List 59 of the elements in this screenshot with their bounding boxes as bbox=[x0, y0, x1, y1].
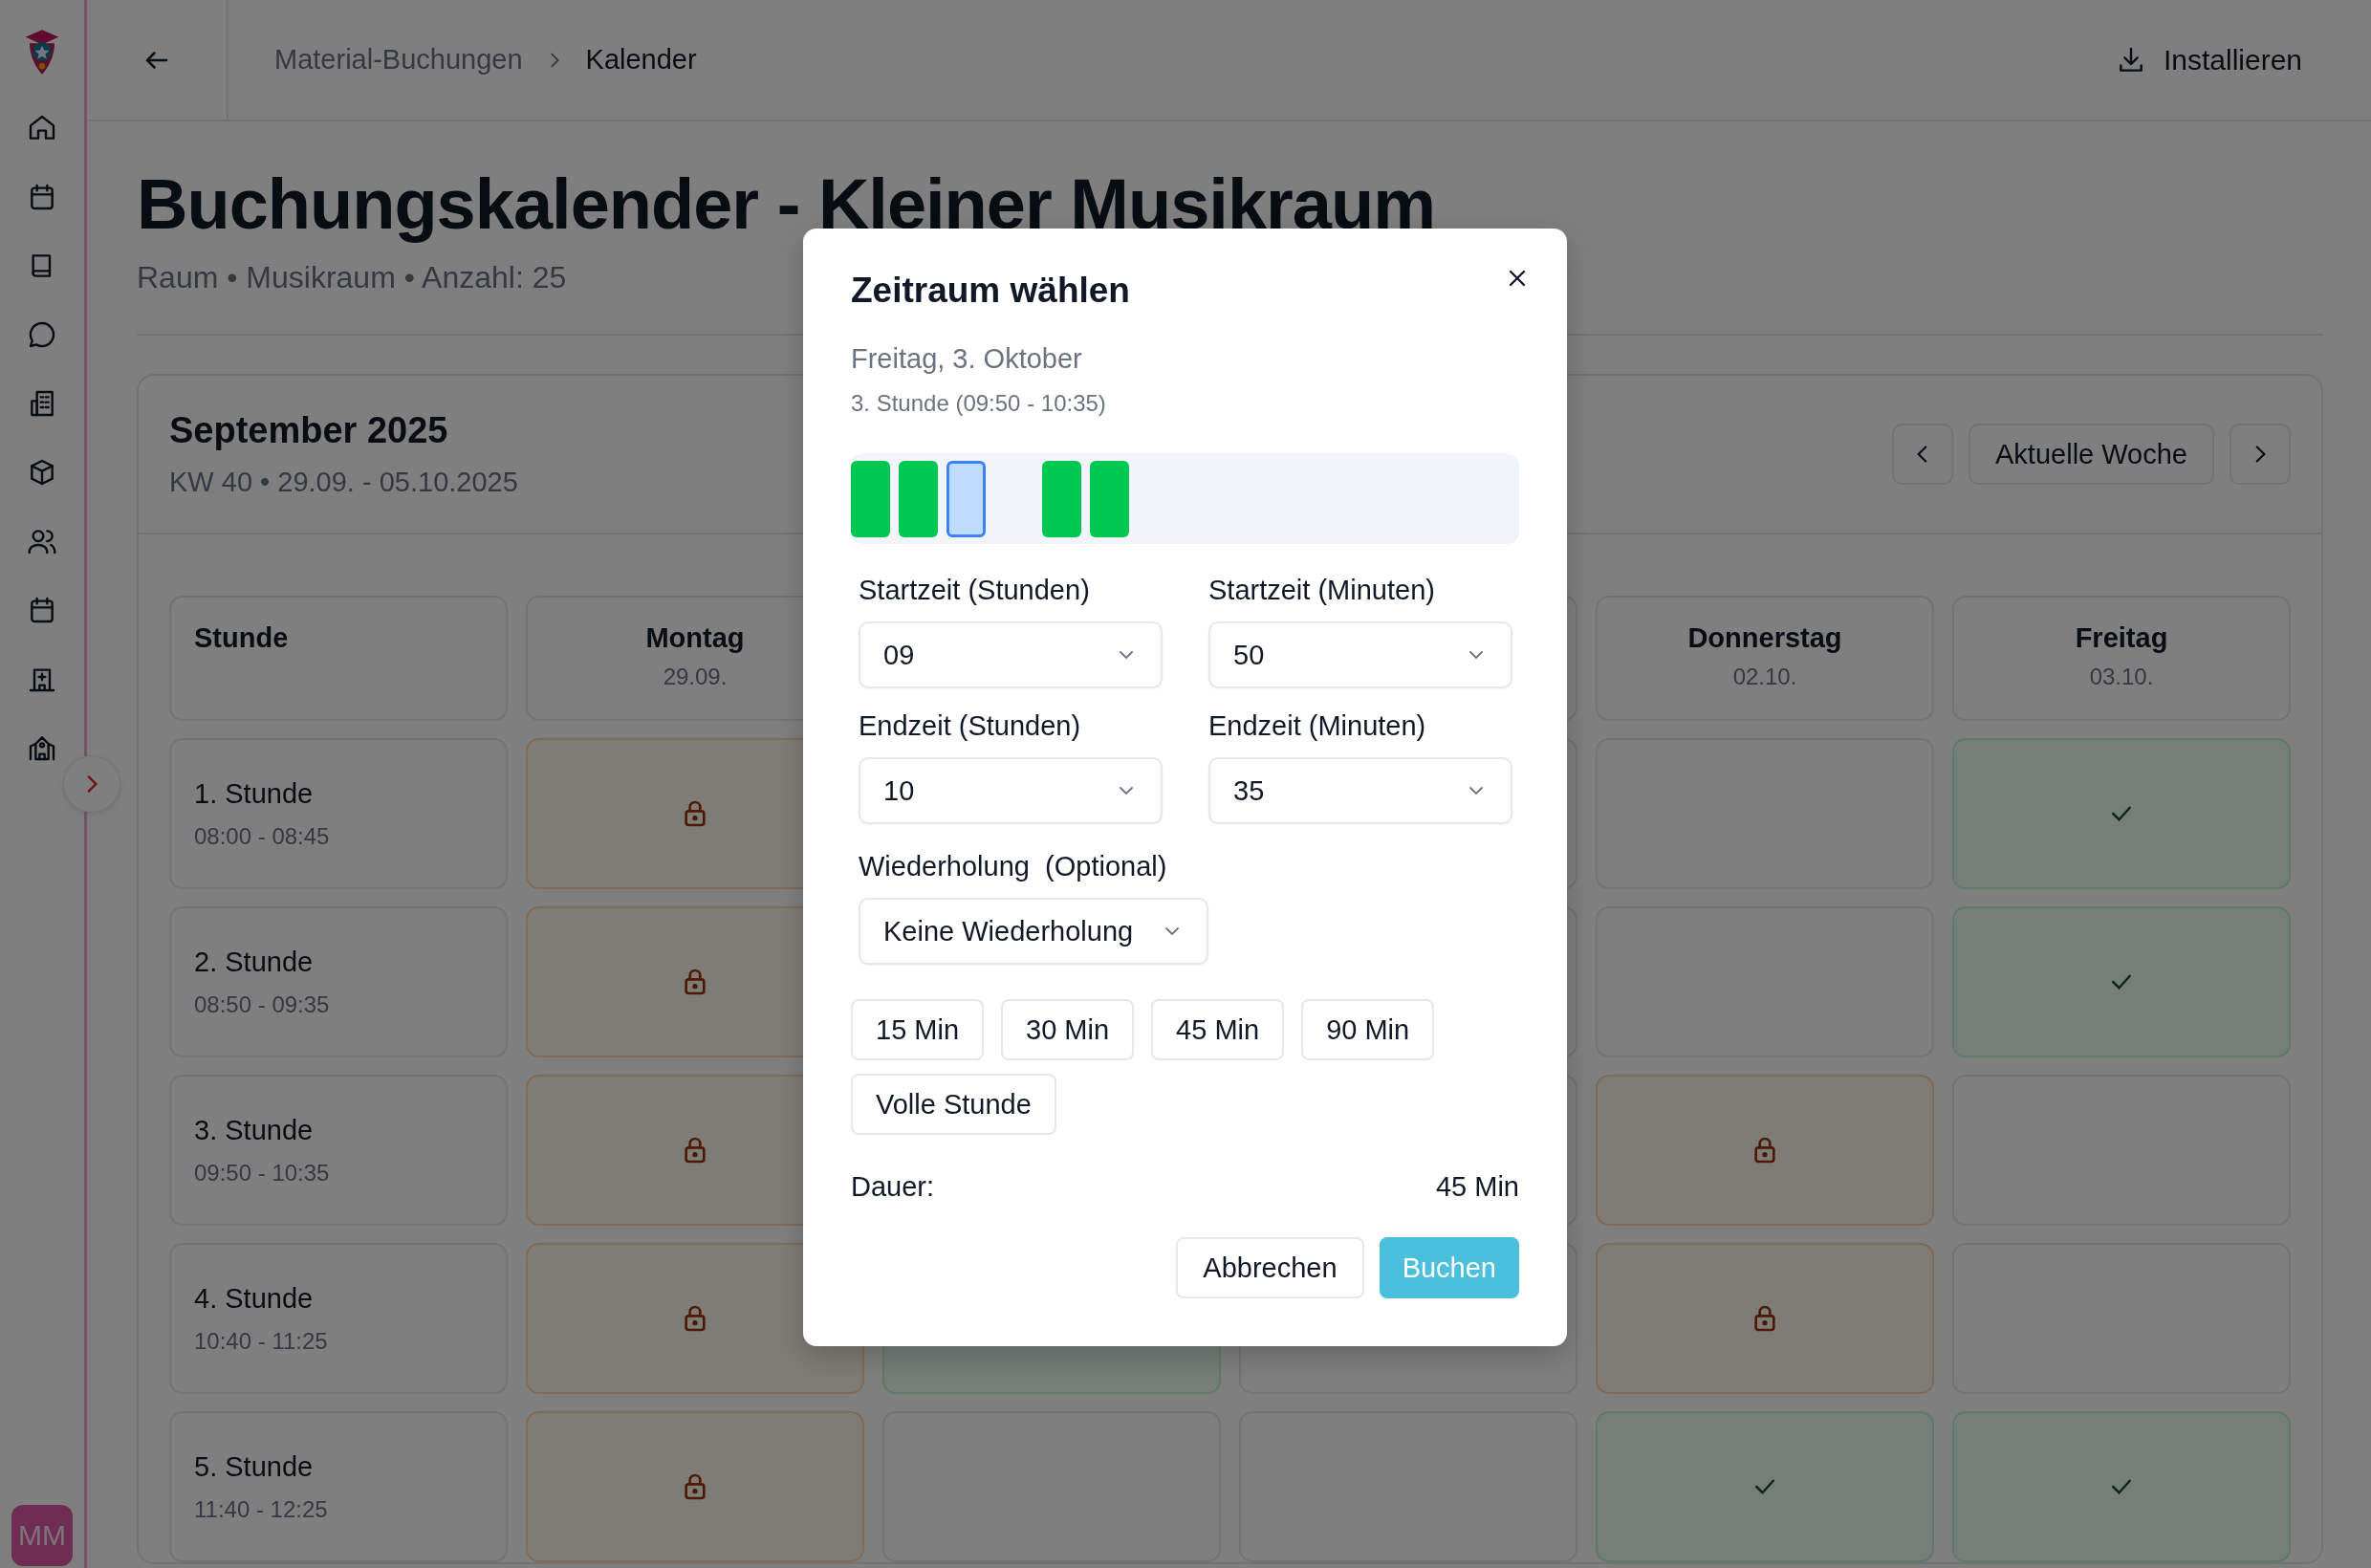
duration-preset-button[interactable]: Volle Stunde bbox=[851, 1074, 1056, 1135]
time-slot[interactable] bbox=[899, 460, 938, 537]
period-label: 4. Stunde bbox=[194, 1282, 314, 1315]
current-week-button[interactable]: Aktuelle Woche bbox=[1969, 424, 2214, 486]
period-time: 08:00 - 08:45 bbox=[194, 822, 330, 850]
day-date: 29.09. bbox=[663, 664, 728, 691]
breadcrumb-link[interactable]: Kalender bbox=[585, 44, 697, 76]
duration-value: 45 Min bbox=[1435, 1171, 1519, 1203]
day-date: 02.10. bbox=[1732, 664, 1797, 691]
day-date: 03.10. bbox=[2089, 664, 2154, 691]
page-title: Buchungskalender - Kleiner Musikraum bbox=[137, 163, 1435, 246]
field-label: Startzeit (Minuten) bbox=[1208, 575, 1435, 606]
duration-preset-button[interactable]: 15 Min bbox=[851, 999, 985, 1060]
duration-preset-button[interactable]: 90 Min bbox=[1301, 999, 1435, 1060]
next-week-button[interactable] bbox=[2230, 424, 2291, 486]
duration-preset-button[interactable]: 45 Min bbox=[1151, 999, 1285, 1060]
page-subtitle: Raum • Musikraum • Anzahl: 25 bbox=[137, 260, 567, 296]
select-field[interactable]: 50 bbox=[1208, 621, 1512, 688]
select-field[interactable]: 10 bbox=[859, 757, 1163, 824]
slot-cell[interactable] bbox=[1596, 1075, 1934, 1227]
period-label: 3. Stunde bbox=[194, 1114, 314, 1146]
select-field[interactable]: 35 bbox=[1208, 757, 1512, 824]
dialog-date: Freitag, 3. Oktober bbox=[851, 343, 1082, 375]
period-time: 11:40 - 12:25 bbox=[194, 1495, 328, 1523]
cancel-button[interactable]: Abbrechen bbox=[1176, 1237, 1364, 1298]
install-button[interactable]: Installieren bbox=[2109, 42, 2308, 77]
field-label: Wiederholung (Optional) bbox=[859, 851, 1167, 882]
slot-cell[interactable] bbox=[1596, 1243, 1934, 1395]
duration-preset-button[interactable]: 30 Min bbox=[1001, 999, 1135, 1060]
slot-cell[interactable] bbox=[1596, 1411, 1934, 1563]
column-header-text: Stunde bbox=[194, 622, 289, 655]
time-slot[interactable] bbox=[946, 460, 986, 537]
time-slot[interactable] bbox=[1090, 460, 1129, 537]
previous-week-button[interactable] bbox=[1892, 424, 1954, 486]
dialog-period: 3. Stunde (09:50 - 10:35) bbox=[851, 390, 1106, 417]
field-label: Endzeit (Stunden) bbox=[859, 710, 1081, 742]
slot-cell[interactable] bbox=[526, 1411, 864, 1563]
day-name: Montag bbox=[645, 622, 745, 655]
period-time: 09:50 - 10:35 bbox=[194, 1159, 330, 1187]
field-label: Endzeit (Minuten) bbox=[1208, 710, 1426, 742]
week-range: KW 40 • 29.09. - 05.10.2025 bbox=[169, 467, 518, 499]
month-title: September 2025 bbox=[169, 410, 449, 452]
period-label: 2. Stunde bbox=[194, 946, 314, 978]
dialog-title: Zeitraum wählen bbox=[851, 271, 1130, 311]
select-field[interactable]: 09 bbox=[859, 621, 1163, 688]
day-name: Donnerstag bbox=[1687, 622, 1842, 655]
duration-label: Dauer: bbox=[851, 1171, 935, 1203]
time-slot[interactable] bbox=[851, 460, 890, 537]
time-slot[interactable] bbox=[1042, 460, 1081, 537]
day-name: Freitag bbox=[2075, 622, 2168, 655]
period-label: 5. Stunde bbox=[194, 1450, 314, 1483]
period-time: 08:50 - 09:35 bbox=[194, 991, 330, 1018]
period-label: 1. Stunde bbox=[194, 777, 314, 810]
slot-cell[interactable] bbox=[1952, 738, 2291, 890]
period-time: 10:40 - 11:25 bbox=[194, 1327, 328, 1355]
slot-cell[interactable] bbox=[1952, 906, 2291, 1058]
field-label: Startzeit (Stunden) bbox=[859, 575, 1090, 606]
slot-cell[interactable] bbox=[1952, 1411, 2291, 1563]
select-field[interactable]: Keine Wiederholung bbox=[859, 898, 1208, 965]
